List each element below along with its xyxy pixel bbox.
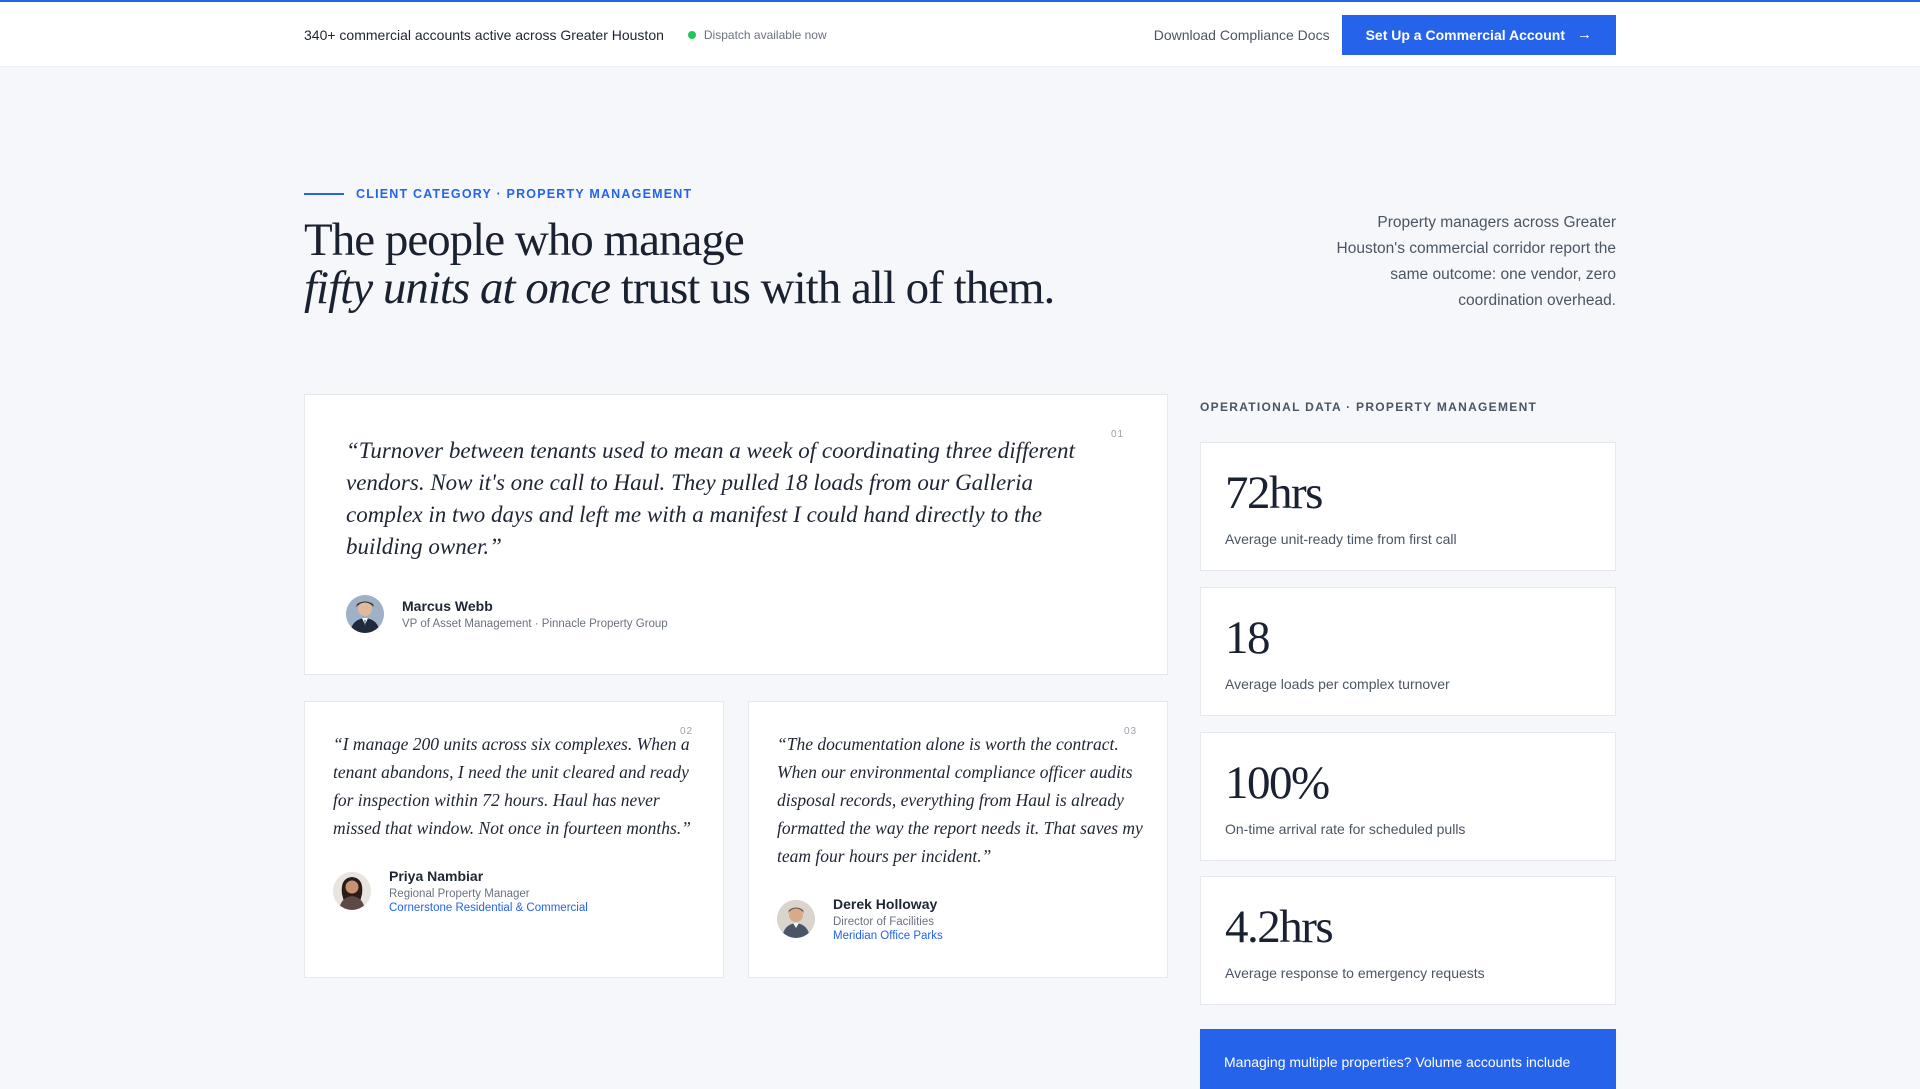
stat-value: 72hrs	[1225, 467, 1323, 519]
top-bar: 340+ commercial accounts active across G…	[0, 2, 1920, 67]
author-details: Marcus Webb VP of Asset Management · Pin…	[402, 598, 668, 630]
headline-emphasis: fifty units at once	[304, 262, 611, 314]
headline-line-1: The people who manage	[304, 214, 745, 266]
eyebrow-rule	[304, 193, 344, 195]
headline-rest: trust us with all of them.	[610, 262, 1056, 314]
stat-caption: Average response to emergency requests	[1225, 965, 1485, 981]
testimonial-card: 03 “The documentation alone is worth the…	[748, 701, 1168, 978]
client-category-eyebrow: CLIENT CATEGORY · PROPERTY MANAGEMENT	[304, 187, 692, 201]
author-role: Director of Facilities	[833, 916, 934, 928]
eyebrow-text: CLIENT CATEGORY · PROPERTY MANAGEMENT	[356, 187, 693, 201]
testimonial-quote: “The documentation alone is worth the co…	[777, 734, 1143, 866]
testimonial-card: 02 “I manage 200 units across six comple…	[304, 701, 724, 978]
stat-value: 100%	[1225, 757, 1330, 809]
testimonial-author: Derek Holloway Director of Facilities Me…	[777, 896, 943, 942]
author-organization-link[interactable]: Cornerstone Residential & Commercial	[389, 902, 588, 914]
author-organization-link[interactable]: Meridian Office Parks	[833, 930, 943, 942]
set-up-commercial-account-button[interactable]: Set Up a Commercial Account →	[1341, 14, 1616, 55]
testimonial-quote: “Turnover between tenants used to mean a…	[346, 438, 1075, 559]
stat-card-on-time-rate: 100% On-time arrival rate for scheduled …	[1200, 732, 1616, 861]
testimonial-author: Marcus Webb VP of Asset Management · Pin…	[346, 595, 668, 633]
testimonial-quote: “I manage 200 units across six complexes…	[333, 734, 691, 838]
volume-accounts-text: Managing multiple properties? Volume acc…	[1224, 1054, 1571, 1070]
arrow-right-icon: →	[1577, 26, 1592, 43]
stat-card-emergency-response: 4.2hrs Average response to emergency req…	[1200, 876, 1616, 1005]
stat-caption: Average loads per complex turnover	[1225, 676, 1450, 692]
stat-card-unit-ready-time: 72hrs Average unit-ready time from first…	[1200, 442, 1616, 571]
author-name: Derek Holloway	[833, 896, 938, 912]
stat-card-loads-per-turnover: 18 Average loads per complex turnover	[1200, 587, 1616, 716]
author-name: Priya Nambiar	[389, 868, 484, 884]
accounts-note: 340+ commercial accounts active across G…	[304, 26, 664, 43]
stat-value: 4.2hrs	[1225, 901, 1334, 953]
download-compliance-docs-link[interactable]: Download Compliance Docs	[1154, 27, 1330, 43]
testimonial-number: 01	[1111, 429, 1125, 440]
status-dot-icon	[687, 30, 696, 39]
volume-accounts-callout: Managing multiple properties? Volume acc…	[1200, 1029, 1616, 1089]
operational-data-label: OPERATIONAL DATA · PROPERTY MANAGEMENT	[1200, 400, 1538, 414]
hero-intro: Property managers across Greater Houston…	[1336, 214, 1616, 309]
avatar	[777, 900, 815, 938]
avatar	[346, 595, 384, 633]
testimonial-author: Priya Nambiar Regional Property Manager …	[333, 868, 588, 914]
page-title: The people who manage fifty units at onc…	[304, 216, 1204, 312]
author-details: Priya Nambiar Regional Property Manager …	[389, 868, 588, 914]
author-name: Marcus Webb	[402, 598, 493, 614]
author-details: Derek Holloway Director of Facilities Me…	[833, 896, 943, 942]
stat-value: 18	[1225, 612, 1271, 664]
dispatch-status-text: Dispatch available now	[703, 27, 827, 42]
dispatch-status: Dispatch available now	[687, 27, 827, 42]
top-bar-inner: 340+ commercial accounts active across G…	[304, 2, 1616, 67]
testimonial-card-featured: 01 “Turnover between tenants used to mea…	[304, 394, 1168, 675]
cta-label: Set Up a Commercial Account	[1365, 26, 1565, 43]
avatar	[333, 872, 371, 910]
stat-caption: On-time arrival rate for scheduled pulls	[1225, 821, 1466, 837]
stat-caption: Average unit-ready time from first call	[1225, 531, 1457, 547]
author-role: Regional Property Manager	[389, 888, 530, 900]
author-role: VP of Asset Management · Pinnacle Proper…	[402, 618, 668, 630]
